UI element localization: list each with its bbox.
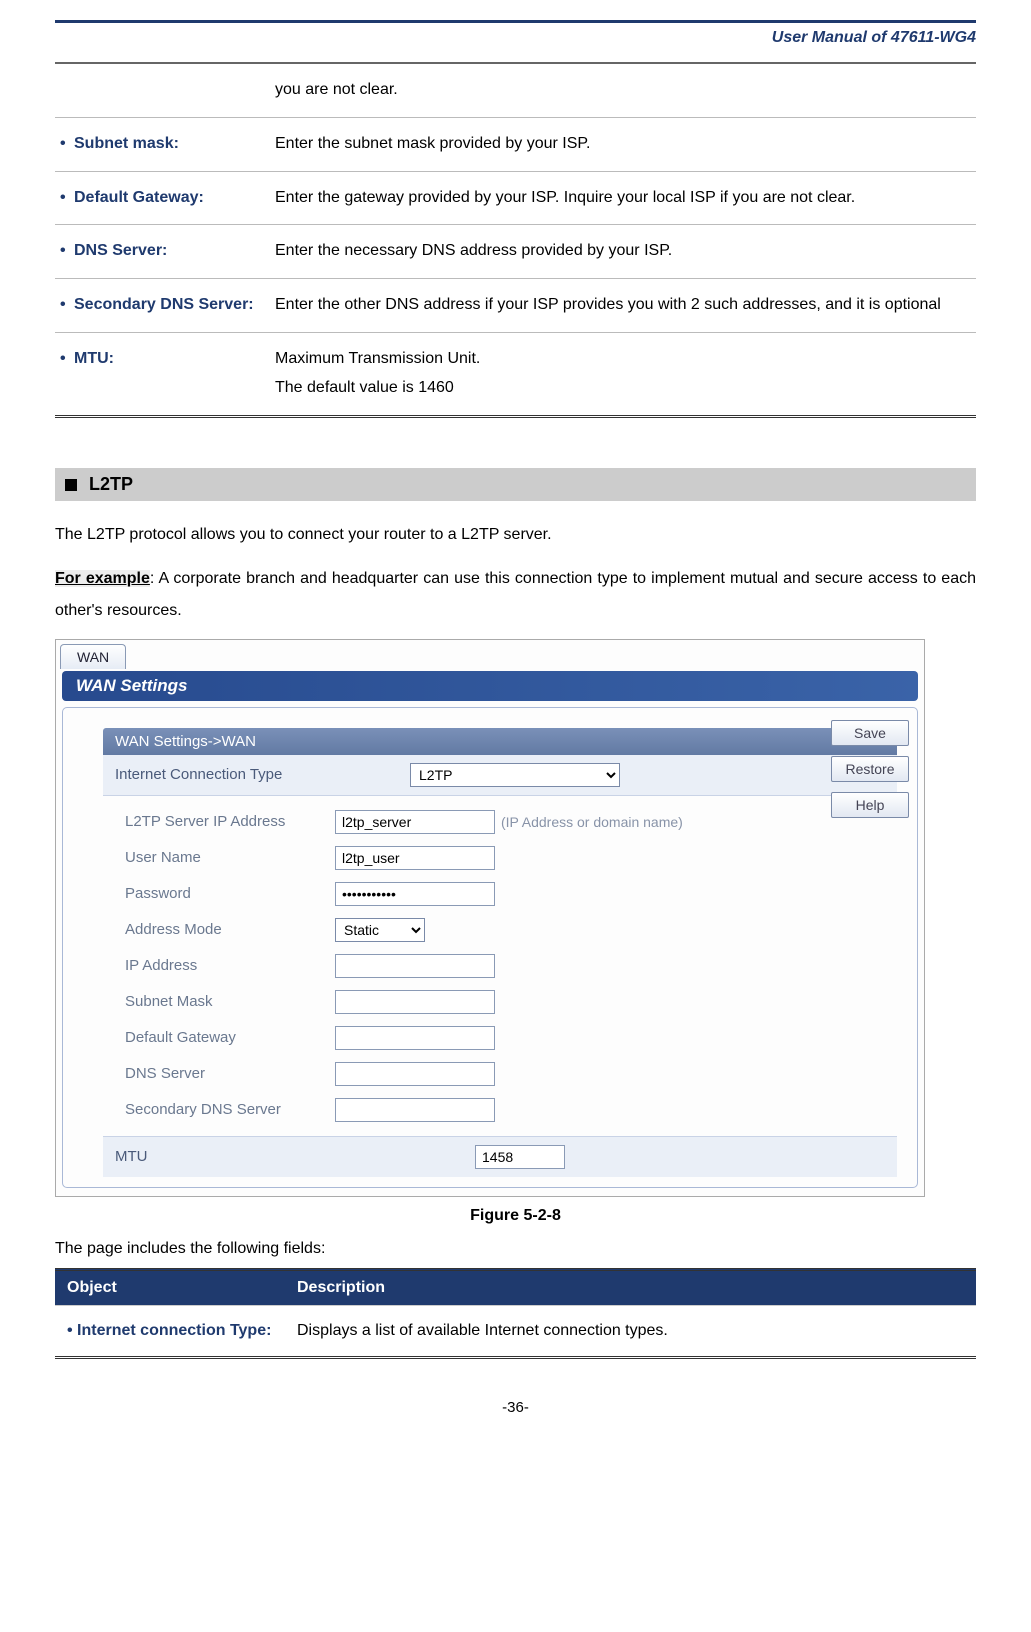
username-input[interactable]	[335, 846, 495, 870]
header-divider	[55, 20, 976, 23]
default-gateway-input[interactable]	[335, 1026, 495, 1050]
table-row: •MTU: Maximum Transmission Unit. The def…	[55, 332, 976, 416]
object-header: Object	[55, 1269, 285, 1305]
server-ip-hint: (IP Address or domain name)	[501, 814, 683, 830]
ip-address-label: IP Address	[125, 957, 335, 974]
mtu-row: MTU	[103, 1136, 897, 1177]
wan-settings-screenshot: WAN WAN Settings Save Restore Help WAN S…	[55, 639, 925, 1197]
default-gateway-row: Default Gateway	[125, 1020, 897, 1056]
dns-server-input[interactable]	[335, 1062, 495, 1086]
param-desc: you are not clear.	[265, 63, 976, 117]
address-mode-label: Address Mode	[125, 921, 335, 938]
secondary-dns-input[interactable]	[335, 1098, 495, 1122]
ip-address-row: IP Address	[125, 948, 897, 984]
object-description-table: Object Description • Internet connection…	[55, 1268, 976, 1359]
object-label: • Internet connection Type:	[55, 1305, 285, 1357]
dns-server-label: DNS Server	[125, 1065, 335, 1082]
username-label: User Name	[125, 849, 335, 866]
server-ip-input[interactable]	[335, 810, 495, 834]
username-row: User Name	[125, 840, 897, 876]
table-row: •Default Gateway: Enter the gateway prov…	[55, 171, 976, 225]
parameters-table: you are not clear. •Subnet mask: Enter t…	[55, 62, 976, 418]
table-row: •Subnet mask: Enter the subnet mask prov…	[55, 117, 976, 171]
subnet-mask-row: Subnet Mask	[125, 984, 897, 1020]
figure-caption: Figure 5-2-8	[55, 1207, 976, 1225]
param-desc: Enter the gateway provided by your ISP. …	[265, 171, 976, 225]
header-title: User Manual of 47611-WG4	[55, 29, 976, 47]
param-label: •MTU:	[55, 332, 265, 416]
param-label: •Default Gateway:	[55, 171, 265, 225]
help-button[interactable]: Help	[831, 792, 909, 818]
param-label: •Secondary DNS Server:	[55, 279, 265, 333]
wan-settings-frame: Save Restore Help WAN Settings->WAN Inte…	[62, 707, 918, 1188]
field-block: L2TP Server IP Address (IP Address or do…	[103, 796, 897, 1136]
server-ip-label: L2TP Server IP Address	[125, 813, 335, 830]
tab-bar: WAN	[56, 640, 924, 669]
square-bullet-icon	[65, 479, 77, 491]
subnet-mask-label: Subnet Mask	[125, 993, 335, 1010]
param-desc: Maximum Transmission Unit. The default v…	[265, 332, 976, 416]
address-mode-row: Address Mode Static	[125, 912, 897, 948]
ip-address-input[interactable]	[335, 954, 495, 978]
table-header-row: Object Description	[55, 1269, 976, 1305]
secondary-dns-row: Secondary DNS Server	[125, 1092, 897, 1128]
param-label: •DNS Server:	[55, 225, 265, 279]
mtu-input[interactable]	[475, 1145, 565, 1169]
param-desc: Enter the other DNS address if your ISP …	[265, 279, 976, 333]
restore-button[interactable]: Restore	[831, 756, 909, 782]
wan-settings-title: WAN Settings	[62, 671, 918, 701]
connection-type-row: Internet Connection Type L2TP	[103, 755, 897, 796]
password-label: Password	[125, 885, 335, 902]
object-desc: Displays a list of available Internet co…	[285, 1305, 976, 1357]
param-label	[55, 63, 265, 117]
dns-server-row: DNS Server	[125, 1056, 897, 1092]
tab-wan[interactable]: WAN	[60, 644, 126, 669]
table-row: •Secondary DNS Server: Enter the other D…	[55, 279, 976, 333]
table-row: you are not clear.	[55, 63, 976, 117]
page-number: -36-	[55, 1399, 976, 1416]
param-desc: Enter the subnet mask provided by your I…	[265, 117, 976, 171]
connection-type-select[interactable]: L2TP	[410, 763, 620, 787]
side-buttons: Save Restore Help	[831, 720, 909, 818]
for-example-label: For example	[55, 570, 150, 587]
intro-text-1: The L2TP protocol allows you to connect …	[55, 519, 976, 551]
description-header: Description	[285, 1269, 976, 1305]
table-row: • Internet connection Type: Displays a l…	[55, 1305, 976, 1357]
server-ip-row: L2TP Server IP Address (IP Address or do…	[125, 804, 897, 840]
default-gateway-label: Default Gateway	[125, 1029, 335, 1046]
wan-inner-panel: WAN Settings->WAN Internet Connection Ty…	[103, 728, 897, 1177]
address-mode-select[interactable]: Static	[335, 918, 425, 942]
password-row: Password	[125, 876, 897, 912]
subnet-mask-input[interactable]	[335, 990, 495, 1014]
wan-sub-header: WAN Settings->WAN	[103, 728, 897, 755]
param-desc: Enter the necessary DNS address provided…	[265, 225, 976, 279]
secondary-dns-label: Secondary DNS Server	[125, 1101, 335, 1118]
param-label: •Subnet mask:	[55, 117, 265, 171]
intro-text-2: For example: A corporate branch and head…	[55, 563, 976, 627]
save-button[interactable]: Save	[831, 720, 909, 746]
password-input[interactable]	[335, 882, 495, 906]
mtu-label: MTU	[115, 1148, 475, 1165]
connection-type-label: Internet Connection Type	[115, 766, 410, 783]
fields-intro: The page includes the following fields:	[55, 1240, 976, 1258]
table-row: •DNS Server: Enter the necessary DNS add…	[55, 225, 976, 279]
section-heading: L2TP	[55, 468, 976, 501]
